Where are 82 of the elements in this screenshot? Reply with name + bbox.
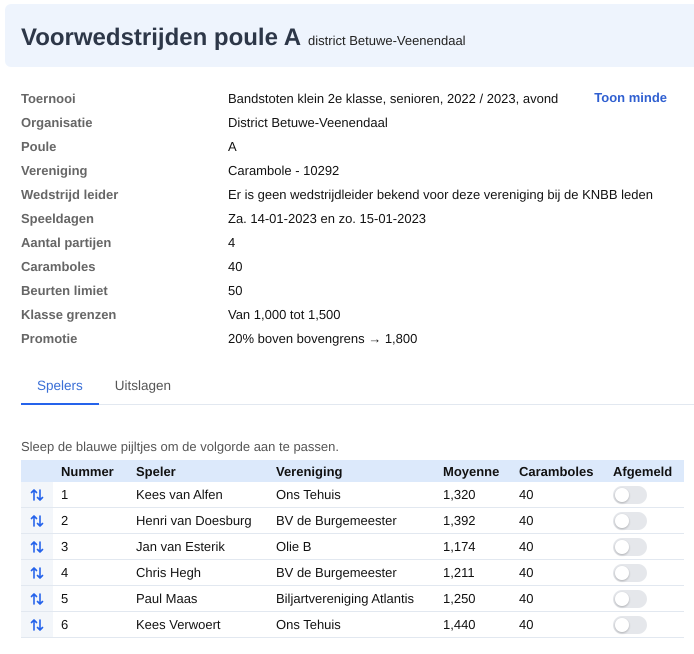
table-cell-text: 6 (60, 617, 70, 632)
column-header: Nummer (60, 464, 115, 478)
show-less-link[interactable]: Toon minde (594, 90, 667, 108)
table-cell-text: Biljartvereniging Atlantis (275, 591, 416, 606)
toggle-switch[interactable] (613, 486, 647, 504)
table-cell-text: Kees Verwoert (135, 617, 222, 632)
detail-value: 4 (228, 234, 236, 252)
table-cell-text: Chris Hegh (135, 565, 202, 580)
detail-label: Vereniging (21, 162, 88, 180)
tab[interactable]: Spelers (21, 370, 99, 405)
table-cell-text: Ons Tehuis (275, 487, 342, 502)
table-cell-text: 40 (518, 513, 534, 528)
hint-text: Sleep de blauwe pijltjes om de volgorde aan te passen. (21, 439, 340, 454)
table-cell-text: BV de Burgemeester (275, 513, 398, 528)
table-cell-text: Jan van Esterik (135, 539, 226, 554)
toggle-switch[interactable] (613, 564, 647, 582)
detail-label: Organisatie (21, 114, 94, 132)
tab[interactable]: Uitslagen (98, 370, 188, 405)
up-down-arrows-icon (30, 540, 44, 552)
page-subtitle: district Betuwe-Veenendaal (308, 33, 466, 48)
detail-value: Za. 14-01-2023 en zo. 15-01-2023 (228, 210, 426, 228)
drag-handle[interactable] (21, 586, 53, 611)
up-down-arrows-icon (30, 618, 44, 630)
column-header: Vereniging (275, 464, 344, 478)
detail-value: A (228, 138, 237, 156)
table-cell-text: 1,320 (442, 487, 477, 502)
drag-handle[interactable] (21, 612, 53, 637)
table-cell-text: BV de Burgemeester (275, 565, 398, 580)
detail-value: Van 1,000 tot 1,500 (228, 306, 341, 324)
up-down-arrows-icon (30, 592, 44, 604)
table-cell-text: 3 (60, 539, 70, 554)
page-title: Voorwedstrijden poule A (21, 24, 302, 52)
detail-label: Beurten limiet (21, 282, 109, 300)
detail-value: 40 (228, 258, 242, 276)
column-header: Moyenne (442, 464, 500, 478)
detail-label: Klasse grenzen (21, 306, 118, 324)
table-cell-text: 1,211 (442, 565, 476, 580)
toggle-switch[interactable] (613, 590, 647, 608)
detail-label: Poule (21, 138, 58, 156)
detail-label: Promotie (21, 330, 78, 348)
detail-label: Aantal partijen (21, 234, 112, 252)
detail-label: Speeldagen (21, 210, 95, 228)
table-cell-text: 5 (60, 591, 70, 606)
up-down-arrows-icon (30, 566, 44, 578)
detail-value: 20% boven bovengrens → 1,800 (228, 330, 418, 348)
table-cell-text: 4 (60, 565, 70, 580)
column-header: Caramboles (518, 464, 594, 478)
toggle-switch[interactable] (613, 512, 647, 530)
detail-value: Bandstoten klein 2e klasse, senioren, 2022 / 2023, avond (228, 90, 558, 108)
detail-value: 50 (228, 282, 242, 300)
toggle-switch[interactable] (613, 616, 647, 634)
column-header: Speler (135, 464, 177, 478)
drag-handle[interactable] (21, 534, 53, 559)
up-down-arrows-icon (30, 514, 44, 526)
table-cell-text: 40 (518, 617, 534, 632)
detail-value: Er is geen wedstrijdleider bekend voor deze vereniging bij de KNBB leden (228, 186, 653, 204)
table-cell-text: 1,392 (442, 513, 477, 528)
detail-value: Carambole - 10292 (228, 162, 340, 180)
drag-handle[interactable] (21, 508, 53, 533)
column-header: Afgemeld (612, 464, 674, 478)
detail-value: District Betuwe-Veenendaal (228, 114, 388, 132)
toggle-switch[interactable] (613, 538, 647, 556)
up-down-arrows-icon (30, 488, 44, 500)
table-cell-text: Paul Maas (135, 591, 198, 606)
table-cell-text: 40 (518, 565, 534, 580)
detail-label: Wedstrijd leider (21, 186, 120, 204)
table-cell-text: 1,174 (442, 539, 477, 554)
detail-label: Toernooi (21, 90, 77, 108)
drag-handle[interactable] (21, 560, 53, 585)
table-cell-text: 1,440 (442, 617, 477, 632)
table-cell-text: 40 (518, 591, 534, 606)
table-cell-text: 2 (60, 513, 70, 528)
table-cell-text: Kees van Alfen (135, 487, 224, 502)
table-cell-text: 40 (518, 539, 534, 554)
drag-handle[interactable] (21, 482, 53, 507)
table-cell-text: Olie B (275, 539, 312, 554)
table-cell-text: Henri van Doesburg (135, 513, 253, 528)
table-cell-text: 1,250 (442, 591, 477, 606)
detail-label: Caramboles (21, 258, 96, 276)
table-cell-text: 40 (518, 487, 534, 502)
table-cell-text: Ons Tehuis (275, 617, 342, 632)
table-cell-text: 1 (60, 487, 70, 502)
